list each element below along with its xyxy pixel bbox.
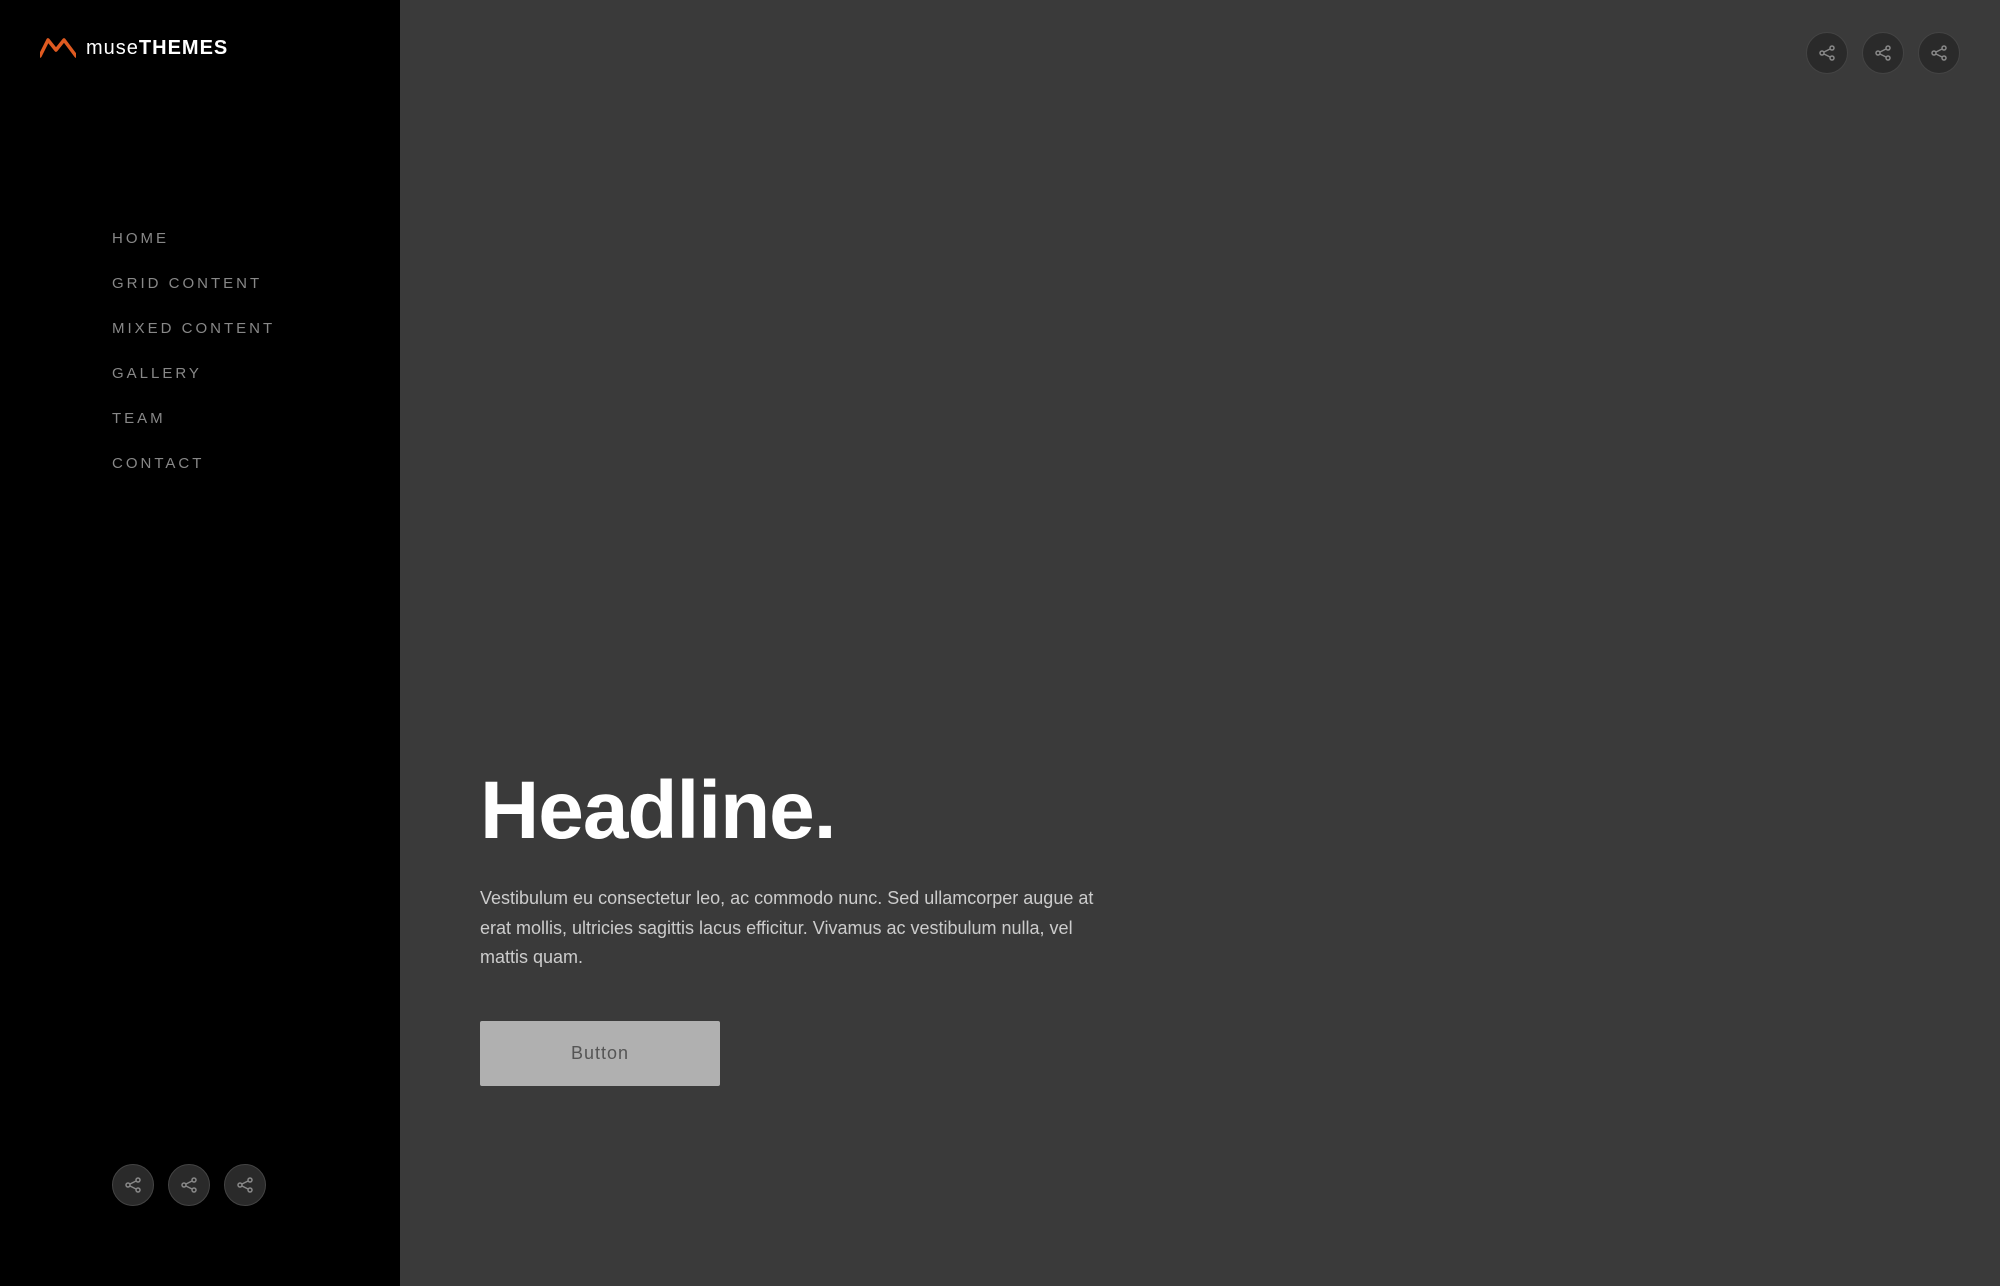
- hero-body-text: Vestibulum eu consectetur leo, ac commod…: [480, 884, 1120, 973]
- sidebar-item-mixed-content[interactable]: MIXED CONTENT: [112, 306, 400, 351]
- top-social-icons: [1806, 32, 1960, 74]
- sidebar-share-button-1[interactable]: [112, 1164, 154, 1206]
- hero-cta-button[interactable]: Button: [480, 1021, 720, 1086]
- hero-section: Headline. Vestibulum eu consectetur leo,…: [480, 766, 1920, 1086]
- sidebar-share-button-2[interactable]: [168, 1164, 210, 1206]
- sidebar-item-gallery[interactable]: GALLERY: [112, 351, 400, 396]
- sidebar-item-grid-content[interactable]: GRID CONTENT: [112, 261, 400, 306]
- sidebar: museTHEMES HOME GRID CONTENT MIXED CONTE…: [0, 0, 400, 1286]
- logo-text-muse: muse: [86, 37, 139, 59]
- sidebar-social-icons: [112, 1164, 266, 1206]
- sidebar-item-home[interactable]: HOME: [112, 216, 400, 261]
- sidebar-item-team[interactable]: TEAM: [112, 396, 400, 441]
- sidebar-nav: HOME GRID CONTENT MIXED CONTENT GALLERY …: [0, 216, 400, 486]
- logo-text-themes: THEMES: [139, 37, 228, 59]
- hero-headline: Headline.: [480, 766, 1920, 856]
- sidebar-item-contact[interactable]: CONTACT: [112, 441, 400, 486]
- top-share-button-2[interactable]: [1862, 32, 1904, 74]
- sidebar-share-button-3[interactable]: [224, 1164, 266, 1206]
- logo-icon: [40, 36, 76, 60]
- top-share-button-3[interactable]: [1918, 32, 1960, 74]
- logo-area: museTHEMES: [0, 0, 400, 96]
- main-content: Headline. Vestibulum eu consectetur leo,…: [400, 0, 2000, 1286]
- logo-text: museTHEMES: [86, 37, 228, 60]
- top-share-button-1[interactable]: [1806, 32, 1848, 74]
